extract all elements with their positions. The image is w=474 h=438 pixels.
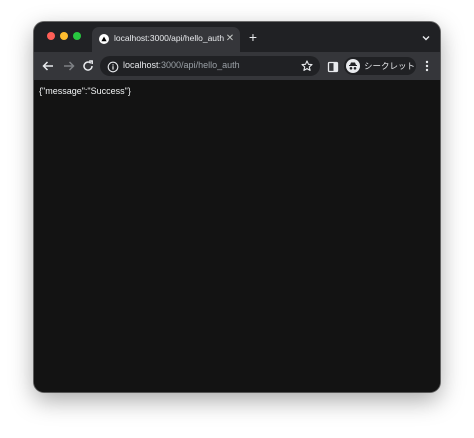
tab-title: localhost:3000/api/hello_auth: [114, 33, 225, 43]
forward-arrow-icon[interactable]: [62, 59, 76, 73]
tab-search-chevron-icon[interactable]: [420, 31, 432, 43]
url-path: :3000/api/hello_auth: [158, 60, 240, 70]
new-tab-button[interactable]: +: [246, 30, 260, 44]
window-close-button[interactable]: [47, 32, 55, 40]
tab-active[interactable]: localhost:3000/api/hello_auth ✕: [92, 27, 240, 52]
window-maximize-button[interactable]: [73, 32, 81, 40]
url-text[interactable]: localhost:3000/api/hello_auth: [123, 60, 240, 70]
browser-toolbar: localhost:3000/api/hello_auth シークレット: [34, 52, 440, 80]
json-response-text: {"message":"Success"}: [39, 86, 131, 96]
page-content: {"message":"Success"}: [34, 80, 440, 392]
vercel-favicon-icon: [99, 34, 109, 44]
address-bar[interactable]: localhost:3000/api/hello_auth: [100, 56, 320, 76]
reload-icon[interactable]: [81, 59, 95, 73]
window-minimize-button[interactable]: [60, 32, 68, 40]
side-panel-icon[interactable]: [327, 60, 339, 73]
incognito-label: シークレット: [364, 61, 416, 71]
incognito-profile-button[interactable]: シークレット: [344, 57, 416, 75]
back-arrow-icon[interactable]: [41, 59, 55, 73]
site-info-icon[interactable]: [107, 60, 119, 73]
tab-strip: localhost:3000/api/hello_auth ✕ +: [34, 22, 440, 52]
tab-close-icon[interactable]: ✕: [224, 33, 236, 45]
incognito-icon: [346, 59, 360, 73]
more-menu-icon[interactable]: [421, 59, 433, 73]
bookmark-star-icon[interactable]: [300, 59, 314, 73]
url-host: localhost: [123, 60, 159, 70]
browser-window: localhost:3000/api/hello_auth ✕ + localh…: [34, 22, 440, 392]
